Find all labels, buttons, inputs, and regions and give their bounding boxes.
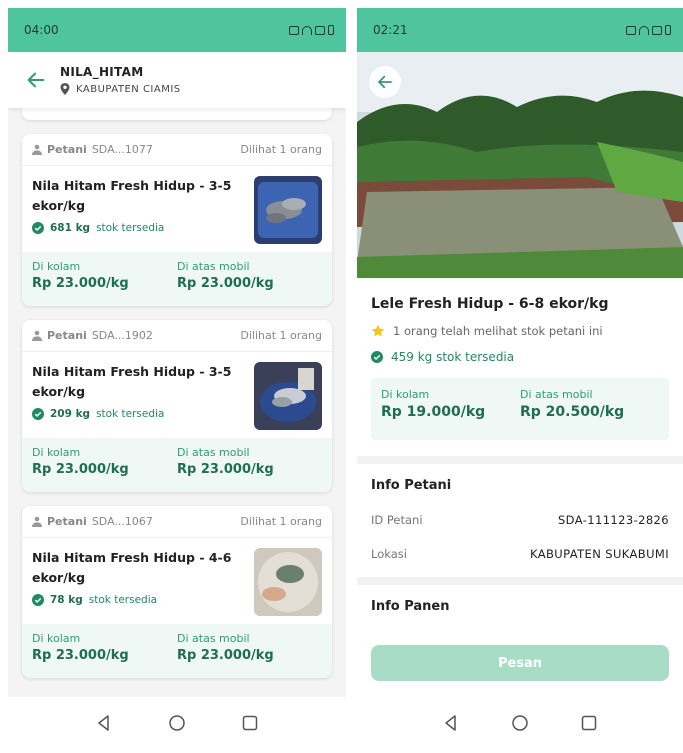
pond-price-label: Di kolam <box>32 260 81 273</box>
system-nav-bar <box>357 697 683 753</box>
status-bar: 02:21 <box>357 8 683 52</box>
farmer-icon <box>32 516 42 527</box>
product-detail[interactable]: Lele Fresh Hidup - 6-8 ekor/kg 1 orang t… <box>357 278 683 633</box>
view-count: Dilihat 1 orang <box>240 329 322 342</box>
product-card[interactable]: Petani SDA...1902 Dilihat 1 orang Nila H… <box>22 320 332 492</box>
harvest-info-heading: Info Panen <box>371 599 450 614</box>
order-button[interactable]: Pesan <box>371 645 669 681</box>
star-icon <box>371 324 385 337</box>
section-divider <box>357 577 683 585</box>
product-photo <box>254 548 322 616</box>
nav-home-icon[interactable] <box>168 714 186 736</box>
stock-text: 459 kg stok tersedia <box>391 350 515 364</box>
farmer-label: Petani <box>47 143 87 156</box>
farmer-label: Petani <box>47 515 87 528</box>
nav-recents-icon[interactable] <box>580 714 598 736</box>
product-card[interactable]: Petani SDA...1067 Dilihat 1 orang Nila H… <box>22 506 332 678</box>
stock-quantity: 78 kg <box>50 594 83 606</box>
product-card[interactable]: Petani SDA...1077 Dilihat 1 orang Nila H… <box>22 134 332 306</box>
status-time: 02:21 <box>373 23 408 37</box>
pond-price: Rp 23.000/kg <box>32 462 129 477</box>
car-price: Rp 23.000/kg <box>177 462 274 477</box>
section-divider <box>357 456 683 464</box>
card-partial <box>22 108 332 120</box>
car-price-label: Di atas mobil <box>177 632 250 645</box>
product-photo <box>254 362 322 430</box>
farmer-icon <box>32 330 42 341</box>
product-list[interactable]: Petani SDA...1077 Dilihat 1 orang Nila H… <box>8 108 346 697</box>
signal-icon <box>652 25 662 35</box>
stock-quantity: 681 kg <box>50 222 91 234</box>
product-photo <box>254 176 322 244</box>
farmer-id: SDA...1077 <box>91 143 153 156</box>
farmer-id-value: SDA-111123-2826 <box>557 513 669 527</box>
check-circle-icon <box>371 351 383 363</box>
price-box: Di kolam Rp 19.000/kg Di atas mobil Rp 2… <box>371 378 669 440</box>
location-value: KABUPATEN SUKABUMI <box>530 547 669 561</box>
farmer-id: SDA...1067 <box>91 515 153 528</box>
check-circle-icon <box>32 222 44 234</box>
location-label: Lokasi <box>371 547 407 561</box>
stock-text: stok tersedia <box>88 594 158 606</box>
status-icons <box>626 25 671 35</box>
farmer-id-label: ID Petani <box>371 513 423 527</box>
stock-text: stok tersedia <box>96 222 165 234</box>
pond-price: Rp 19.000/kg <box>381 404 486 420</box>
location-pin-icon <box>60 83 70 95</box>
farmer-icon <box>32 144 42 155</box>
product-title: Nila Hitam Fresh Hidup - 4-6 ekor/kg <box>32 550 232 585</box>
check-circle-icon <box>32 408 44 420</box>
car-price-label: Di atas mobil <box>177 446 250 459</box>
page-title: NILA_HITAM <box>60 65 144 79</box>
pond-photo <box>357 52 683 278</box>
farmer-info-heading: Info Petani <box>371 478 452 493</box>
nfc-icon <box>626 25 636 35</box>
pond-price-label: Di kolam <box>381 388 430 401</box>
order-bar: Pesan <box>357 633 683 697</box>
car-price-label: Di atas mobil <box>177 260 250 273</box>
farmer-id: SDA...1902 <box>91 329 153 342</box>
nav-home-icon[interactable] <box>511 714 529 736</box>
farmer-label: Petani <box>47 329 87 342</box>
car-price: Rp 20.500/kg <box>520 404 625 420</box>
nav-back-icon[interactable] <box>442 714 460 736</box>
status-time: 04:00 <box>24 23 59 37</box>
battery-icon <box>665 25 671 35</box>
status-icons <box>289 25 334 35</box>
nav-back-icon[interactable] <box>95 714 113 736</box>
stock-quantity: 209 kg <box>50 408 91 420</box>
view-count: Dilihat 1 orang <box>240 515 322 528</box>
pond-price: Rp 23.000/kg <box>32 648 129 663</box>
car-price: Rp 23.000/kg <box>177 276 274 291</box>
app-bar: NILA_HITAM KABUPATEN CIAMIS <box>8 52 346 108</box>
pond-price-label: Di kolam <box>32 632 81 645</box>
back-arrow-icon[interactable] <box>20 64 52 96</box>
view-text: 1 orang telah melihat stok petani ini <box>393 324 603 338</box>
signal-icon <box>315 25 325 35</box>
check-circle-icon <box>32 594 44 606</box>
status-bar: 04:00 <box>8 8 346 52</box>
system-nav-bar <box>8 697 346 753</box>
wifi-icon <box>639 25 649 35</box>
left-screen: 04:00 NILA_HITAM KABUPATEN CIAMIS Petani… <box>8 8 346 753</box>
battery-icon <box>328 25 334 35</box>
nfc-icon <box>289 25 299 35</box>
stock-text: stok tersedia <box>96 408 165 420</box>
pond-price: Rp 23.000/kg <box>32 276 129 291</box>
location-label: KABUPATEN CIAMIS <box>76 83 181 95</box>
car-price: Rp 23.000/kg <box>177 648 274 663</box>
wifi-icon <box>302 25 312 35</box>
nav-recents-icon[interactable] <box>241 714 259 736</box>
pond-price-label: Di kolam <box>32 446 81 459</box>
car-price-label: Di atas mobil <box>520 388 593 401</box>
product-title: Lele Fresh Hidup - 6-8 ekor/kg <box>371 296 609 312</box>
right-screen: 02:21 Lele Fresh Hidup - 6-8 ekor/kg 1 o… <box>357 8 683 753</box>
view-count: Dilihat 1 orang <box>240 143 322 156</box>
back-arrow-icon[interactable] <box>369 66 401 98</box>
product-title: Nila Hitam Fresh Hidup - 3-5 ekor/kg <box>32 364 232 399</box>
product-title: Nila Hitam Fresh Hidup - 3-5 ekor/kg <box>32 178 232 213</box>
